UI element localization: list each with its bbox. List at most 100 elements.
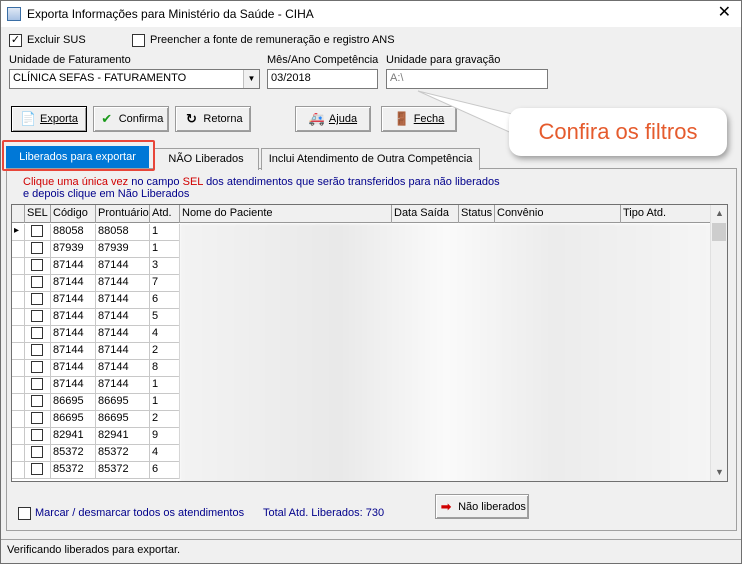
sel-checkbox[interactable] — [31, 293, 43, 305]
competencia-label: Mês/Ano Competência — [267, 54, 379, 66]
tab-nao-liberados[interactable]: NÃO Liberados — [153, 148, 259, 170]
exporta-button[interactable]: 📄 Exporta — [11, 106, 87, 132]
close-button[interactable]: ✕ — [718, 4, 731, 22]
codigo-cell: 87144 — [51, 309, 96, 326]
scroll-thumb[interactable] — [712, 223, 726, 241]
atd-cell: 1 — [150, 377, 180, 394]
sel-checkbox[interactable] — [31, 259, 43, 271]
undo-icon: ↻ — [185, 111, 197, 126]
retorna-button[interactable]: ↻ Retorna — [175, 106, 251, 132]
vertical-scrollbar[interactable]: ▲ ▼ — [710, 205, 727, 481]
codigo-cell: 87144 — [51, 292, 96, 309]
prontuario-cell: 87144 — [96, 326, 150, 343]
codigo-cell: 86695 — [51, 394, 96, 411]
sel-checkbox[interactable] — [31, 361, 43, 373]
codigo-cell: 87144 — [51, 326, 96, 343]
header-codigo[interactable]: Código — [51, 205, 96, 223]
sel-checkbox[interactable] — [31, 242, 43, 254]
sel-checkbox[interactable] — [31, 276, 43, 288]
atendimentos-grid[interactable]: SEL Código Prontuário Atd. Nome do Pacie… — [11, 204, 728, 482]
competencia-value: 03/2018 — [271, 72, 311, 84]
sel-cell[interactable] — [25, 394, 51, 411]
header-status[interactable]: Status — [459, 205, 495, 223]
header-prontuario[interactable]: Prontuário — [96, 205, 150, 223]
unidade-faturamento-value: CLÍNICA SEFAS - FATURAMENTO — [13, 72, 187, 84]
codigo-cell: 87144 — [51, 377, 96, 394]
sel-checkbox[interactable] — [31, 412, 43, 424]
atd-cell: 1 — [150, 394, 180, 411]
instruction-sel: SEL — [182, 176, 203, 188]
marcar-todos-checkbox[interactable] — [18, 507, 31, 520]
sel-cell[interactable] — [25, 224, 51, 241]
sel-checkbox[interactable] — [31, 395, 43, 407]
row-indicator — [12, 445, 25, 462]
atd-cell: 7 — [150, 275, 180, 292]
sel-cell[interactable] — [25, 241, 51, 258]
door-icon: 🚪 — [393, 111, 410, 126]
row-indicator — [12, 360, 25, 377]
sel-checkbox[interactable] — [31, 463, 43, 475]
sel-cell[interactable] — [25, 326, 51, 343]
sel-cell[interactable] — [25, 377, 51, 394]
sel-cell[interactable] — [25, 258, 51, 275]
row-indicator — [12, 428, 25, 445]
competencia-input[interactable]: 03/2018 — [267, 69, 378, 89]
help-icon: 🚑 — [308, 111, 326, 126]
unidade-faturamento-select[interactable]: CLÍNICA SEFAS - FATURAMENTO ▼ — [9, 69, 260, 89]
gravacao-value: A:\ — [390, 72, 404, 84]
sel-checkbox[interactable] — [31, 446, 43, 458]
nao-liberados-label: Não liberados — [458, 500, 526, 513]
chevron-down-icon[interactable]: ▼ — [243, 70, 259, 88]
prontuario-cell: 87939 — [96, 241, 150, 258]
sel-checkbox[interactable] — [31, 378, 43, 390]
sel-checkbox[interactable] — [31, 327, 43, 339]
prontuario-cell: 86695 — [96, 411, 150, 428]
sel-cell[interactable] — [25, 428, 51, 445]
sel-cell[interactable] — [25, 343, 51, 360]
sel-checkbox[interactable] — [31, 429, 43, 441]
header-tipo-atd[interactable]: Tipo Atd. — [621, 205, 712, 223]
tab-outra-competencia[interactable]: Inclui Atendimento de Outra Competência — [261, 148, 480, 170]
prontuario-cell: 87144 — [96, 275, 150, 292]
sel-checkbox[interactable] — [31, 310, 43, 322]
nao-liberados-button[interactable]: ➡ Não liberados — [435, 494, 529, 519]
sel-cell[interactable] — [25, 309, 51, 326]
sel-cell[interactable] — [25, 411, 51, 428]
codigo-cell: 87144 — [51, 360, 96, 377]
excluir-sus-checkbox[interactable]: ✓ — [9, 34, 22, 47]
codigo-cell: 82941 — [51, 428, 96, 445]
prontuario-cell: 87144 — [96, 309, 150, 326]
sel-cell[interactable] — [25, 360, 51, 377]
header-indicator — [12, 205, 25, 223]
scroll-down-icon[interactable]: ▼ — [711, 464, 727, 481]
instruction-line-1: Clique uma única vez no campo SEL dos at… — [23, 176, 500, 188]
header-sel[interactable]: SEL — [25, 205, 51, 223]
callout-bubble: Confira os filtros — [509, 108, 727, 156]
blurred-patient-data — [180, 224, 712, 481]
ajuda-button[interactable]: 🚑 Ajuda — [295, 106, 371, 132]
preencher-checkbox[interactable] — [132, 34, 145, 47]
header-convenio[interactable]: Convênio — [495, 205, 621, 223]
row-indicator — [12, 343, 25, 360]
atd-cell: 6 — [150, 292, 180, 309]
sel-cell[interactable] — [25, 292, 51, 309]
sel-checkbox[interactable] — [31, 225, 43, 237]
sel-cell[interactable] — [25, 275, 51, 292]
header-atd[interactable]: Atd. — [150, 205, 180, 223]
ajuda-label: Ajuda — [328, 113, 358, 125]
atd-cell: 6 — [150, 462, 180, 479]
confirma-button[interactable]: ✔ Confirma — [93, 106, 169, 132]
confirma-label: Confirma — [118, 113, 164, 125]
header-data-saida[interactable]: Data Saída — [392, 205, 459, 223]
sel-checkbox[interactable] — [31, 344, 43, 356]
codigo-cell: 88058 — [51, 224, 96, 241]
prontuario-cell: 85372 — [96, 462, 150, 479]
marcar-todos-label: Marcar / desmarcar todos os atendimentos — [35, 507, 245, 519]
scroll-up-icon[interactable]: ▲ — [711, 205, 727, 222]
sel-cell[interactable] — [25, 445, 51, 462]
atd-cell: 8 — [150, 360, 180, 377]
instruction-field: no campo — [131, 176, 180, 188]
header-nome[interactable]: Nome do Paciente — [180, 205, 392, 223]
sel-cell[interactable] — [25, 462, 51, 479]
gravacao-input[interactable]: A:\ — [386, 69, 548, 89]
